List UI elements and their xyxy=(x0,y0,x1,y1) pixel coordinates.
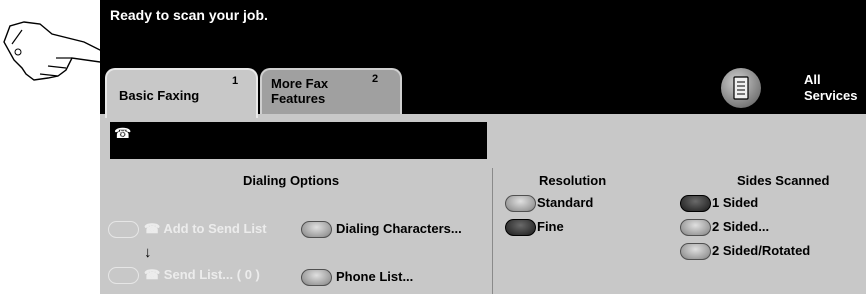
tab-label-line1: More Fax xyxy=(271,76,329,91)
all-services-line1: All xyxy=(804,72,821,87)
all-services-label[interactable]: All Services xyxy=(804,72,858,104)
basic-faxing-panel: ☎ Dialing Options ☎ Add to Send List Dia… xyxy=(100,114,866,294)
send-list-button[interactable] xyxy=(108,267,139,284)
two-sided-button[interactable] xyxy=(680,219,711,236)
section-divider xyxy=(492,168,493,294)
tab-number: 1 xyxy=(232,75,239,87)
tab-basic-faxing[interactable]: Basic Faxing 1 xyxy=(105,68,258,118)
phone-number-field[interactable]: ☎ xyxy=(110,122,487,159)
all-services-line2: Services xyxy=(804,88,858,103)
dialing-characters-label: Dialing Characters... xyxy=(336,221,462,236)
sides-scanned-header: Sides Scanned xyxy=(737,173,830,188)
phone-icon: ☎ xyxy=(114,125,132,141)
resolution-standard-label: Standard xyxy=(537,195,594,210)
add-to-send-list-button[interactable] xyxy=(108,221,139,238)
all-services-button[interactable] xyxy=(721,68,761,108)
send-list-label: ☎ Send List... ( 0 ) xyxy=(144,267,260,282)
resolution-fine-button[interactable] xyxy=(505,219,536,236)
resolution-fine-label: Fine xyxy=(537,219,564,234)
tab-label: Basic Faxing xyxy=(119,88,200,103)
resolution-header: Resolution xyxy=(539,173,607,188)
tab-label-line2: Features xyxy=(271,91,326,106)
pointing-hand-icon xyxy=(3,21,110,81)
tab-more-fax-features[interactable]: More Fax Features 2 xyxy=(260,68,402,114)
touch-screen: Ready to scan your job. Basic Faxing 1 M… xyxy=(100,0,866,294)
resolution-standard-button[interactable] xyxy=(505,195,536,212)
two-sided-rotated-button[interactable] xyxy=(680,243,711,260)
add-to-send-list-label: ☎ Add to Send List xyxy=(144,221,267,236)
two-sided-rotated-label: 2 Sided/Rotated xyxy=(712,243,811,258)
two-sided-label: 2 Sided... xyxy=(712,219,770,234)
dialing-characters-button[interactable] xyxy=(301,221,332,238)
tab-number: 2 xyxy=(372,73,379,85)
phone-list-label: Phone List... xyxy=(336,269,414,284)
one-sided-button[interactable] xyxy=(680,195,711,212)
phone-list-button[interactable] xyxy=(301,269,332,286)
down-arrow-icon: ↓ xyxy=(144,244,152,261)
dialing-options-header: Dialing Options xyxy=(243,173,340,188)
all-services-icon xyxy=(733,76,749,100)
status-message: Ready to scan your job. xyxy=(110,7,268,23)
one-sided-label: 1 Sided xyxy=(712,195,759,210)
